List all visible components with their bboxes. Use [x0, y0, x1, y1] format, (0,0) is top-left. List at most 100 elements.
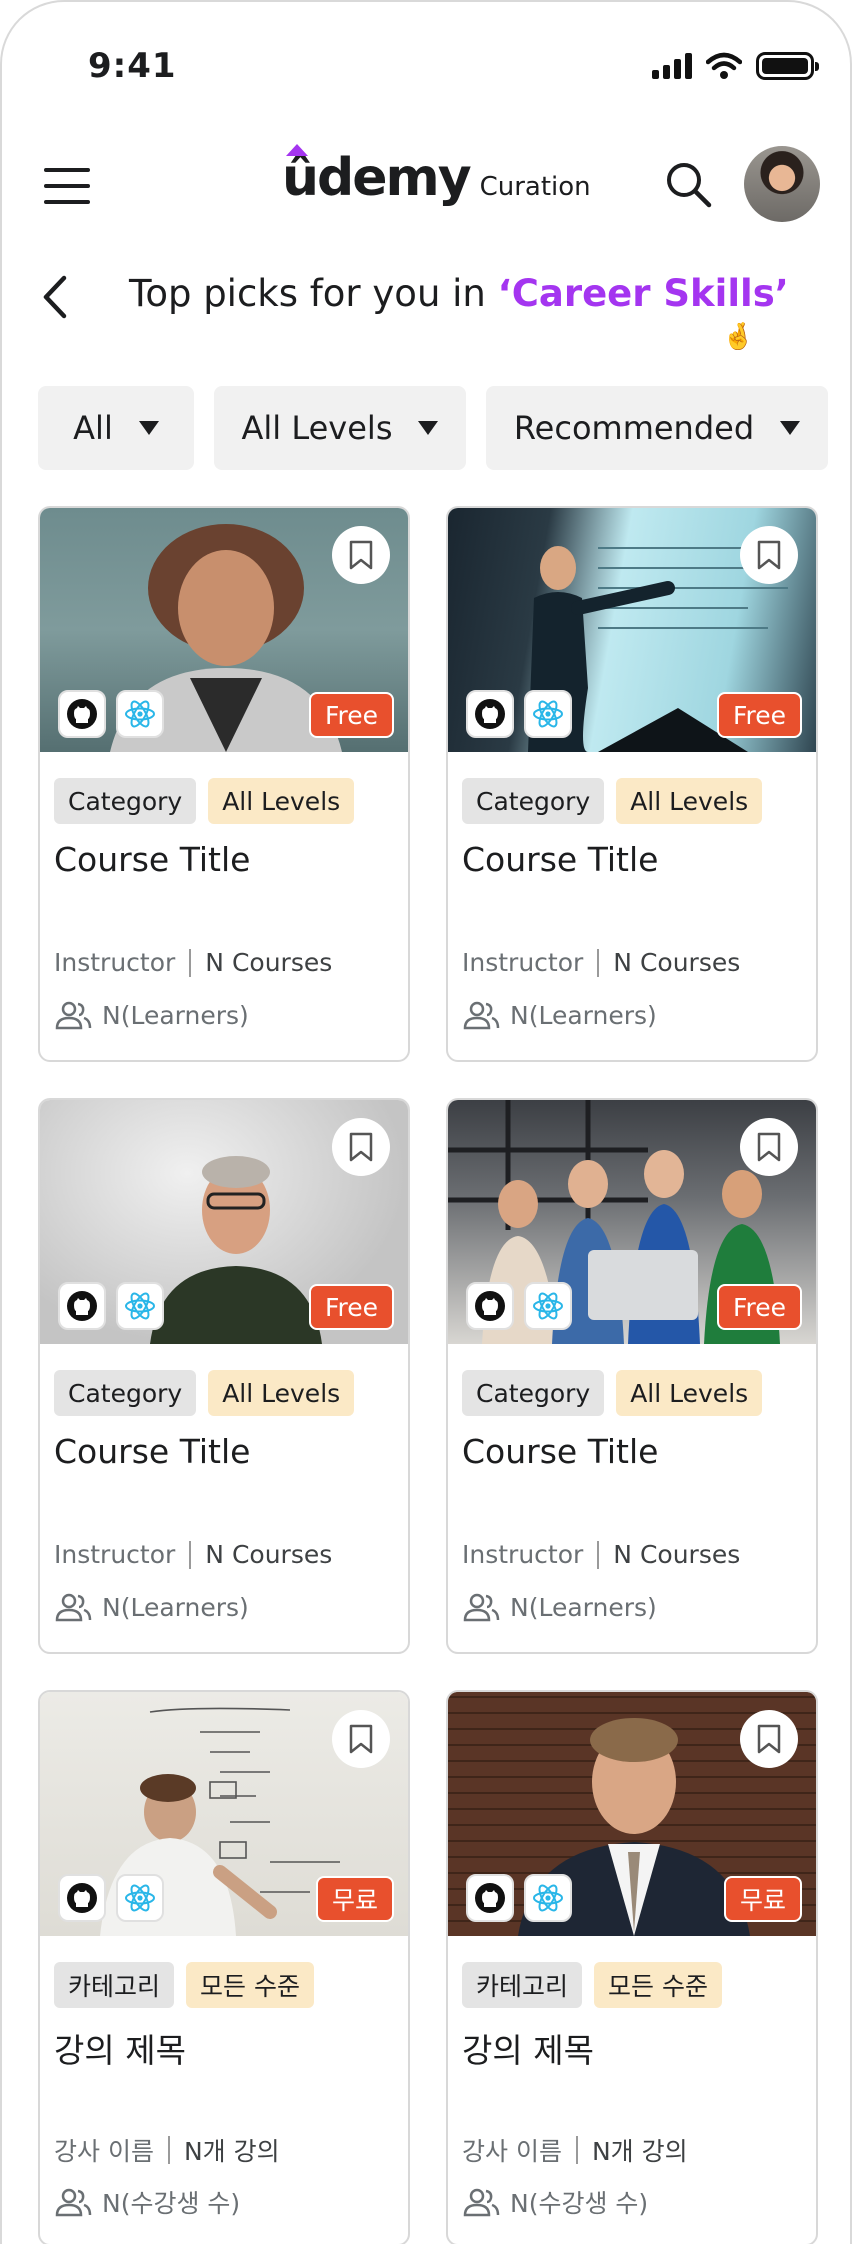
- page-title-highlight: ‘Career Skills’: [497, 272, 789, 315]
- search-icon[interactable]: [664, 160, 714, 210]
- course-title: Course Title: [462, 1432, 659, 1471]
- course-thumbnail: Free: [40, 508, 408, 752]
- bookmark-button[interactable]: [740, 1118, 798, 1176]
- course-card[interactable]: Free Category All Levels Course Title In…: [38, 1098, 410, 1654]
- react-icon: [116, 1874, 164, 1922]
- instructor-name: Instructor: [54, 1540, 176, 1569]
- tech-stack-icons: [58, 690, 164, 738]
- react-icon: [524, 1282, 572, 1330]
- caret-down-icon: [780, 421, 801, 435]
- level-tag: All Levels: [616, 778, 763, 824]
- course-meta: 강사 이름 N개 강의: [54, 2132, 280, 2168]
- meta-divider: [575, 2136, 578, 2164]
- bookmark-button[interactable]: [332, 1710, 390, 1768]
- course-title: Course Title: [462, 840, 659, 879]
- course-card[interactable]: Free Category All Levels Course Title In…: [446, 506, 818, 1062]
- tech-stack-icons: [466, 690, 572, 738]
- react-icon: [524, 690, 572, 738]
- bookmark-button[interactable]: [740, 526, 798, 584]
- course-count: N Courses: [205, 948, 333, 977]
- category-tag: Category: [54, 1370, 197, 1416]
- learner-count: N(Learners): [54, 1000, 249, 1030]
- caret-down-icon: [138, 421, 159, 435]
- filter-label: All Levels: [241, 409, 393, 447]
- course-meta: Instructor N Courses: [462, 948, 740, 977]
- logo-hat-icon: [286, 144, 308, 156]
- course-tags: Category All Levels: [54, 778, 355, 824]
- course-card[interactable]: 무료 카테고리 모든 수준 강의 제목 강사 이름 N개 강의 N(수강생 수): [38, 1690, 410, 2244]
- price-badge: Free: [308, 692, 394, 738]
- instructor-name: 강사 이름: [54, 2137, 154, 2166]
- react-icon: [524, 1874, 572, 1922]
- price-badge: Free: [716, 692, 802, 738]
- logo-subtitle: Curation: [479, 172, 591, 202]
- level-tag: All Levels: [208, 778, 355, 824]
- meta-divider: [597, 948, 600, 977]
- learner-count: N(수강생 수): [54, 2184, 240, 2220]
- bookmark-button[interactable]: [332, 526, 390, 584]
- course-card[interactable]: Free Category All Levels Course Title In…: [446, 1098, 818, 1654]
- meta-divider: [597, 1540, 600, 1569]
- github-icon: [466, 1282, 514, 1330]
- category-tag: 카테고리: [54, 1962, 175, 2008]
- course-tags: Category All Levels: [462, 1370, 763, 1416]
- level-tag: 모든 수준: [186, 1962, 314, 2008]
- bookmark-button[interactable]: [740, 1710, 798, 1768]
- filter-sort-dropdown[interactable]: Recommended: [486, 386, 828, 470]
- course-count: N Courses: [205, 1540, 333, 1569]
- hamburger-menu-icon[interactable]: [44, 168, 90, 204]
- course-card[interactable]: Free Category All Levels Course Title In…: [38, 506, 410, 1062]
- learner-count: N(Learners): [462, 1592, 657, 1622]
- status-icons: [652, 52, 819, 80]
- bookmark-button[interactable]: [332, 1118, 390, 1176]
- learners-label: N(수강생 수): [102, 2189, 241, 2218]
- status-bar: 9:41: [2, 2, 850, 122]
- battery-icon: [756, 52, 819, 80]
- meta-divider: [189, 948, 192, 977]
- course-card[interactable]: 무료 카테고리 모든 수준 강의 제목 강사 이름 N개 강의 N(수강생 수): [446, 1690, 818, 2244]
- user-avatar[interactable]: [744, 146, 820, 222]
- github-icon: [58, 1874, 106, 1922]
- course-meta: Instructor N Courses: [462, 1540, 740, 1569]
- tech-stack-icons: [466, 1282, 572, 1330]
- meta-divider: [167, 2136, 170, 2164]
- github-icon: [466, 690, 514, 738]
- github-icon: [58, 1282, 106, 1330]
- learners-label: N(Learners): [510, 1592, 657, 1622]
- back-arrow-icon[interactable]: [40, 274, 72, 320]
- users-icon: [55, 1001, 92, 1030]
- caret-down-icon: [418, 421, 439, 435]
- course-count: N Courses: [613, 1540, 741, 1569]
- price-badge: 무료: [723, 1876, 802, 1922]
- course-count: N개 강의: [591, 2137, 688, 2166]
- bookmark-icon: [349, 1132, 373, 1162]
- course-title: 강의 제목: [54, 2031, 186, 2070]
- meta-divider: [189, 1540, 192, 1569]
- udemy-logo[interactable]: ûdemy Curation: [282, 144, 591, 208]
- users-icon: [55, 2188, 92, 2217]
- users-icon: [463, 1593, 500, 1622]
- filter-level-dropdown[interactable]: All Levels: [214, 386, 466, 470]
- course-thumbnail: Free: [448, 508, 816, 752]
- instructor-name: 강사 이름: [462, 2137, 562, 2166]
- users-icon: [463, 2188, 500, 2217]
- filter-category-dropdown[interactable]: All: [38, 386, 194, 470]
- wifi-icon: [706, 52, 742, 79]
- course-count: N개 강의: [183, 2137, 280, 2166]
- status-time: 9:41: [88, 46, 177, 86]
- page-title-row: Top picks for you in ‘Career Skills’ 🤞: [2, 262, 850, 352]
- github-icon: [466, 1874, 514, 1922]
- course-tags: 카테고리 모든 수준: [54, 1962, 314, 2008]
- bookmark-icon: [757, 1132, 781, 1162]
- learners-label: N(Learners): [102, 1592, 249, 1622]
- category-tag: Category: [462, 1370, 605, 1416]
- cellular-signal-icon: [652, 53, 692, 79]
- course-thumbnail: 무료: [40, 1692, 408, 1936]
- bookmark-icon: [349, 540, 373, 570]
- course-thumbnail: Free: [40, 1100, 408, 1344]
- tech-stack-icons: [58, 1874, 164, 1922]
- filter-bar: All All Levels Recommended: [38, 386, 828, 470]
- course-meta: Instructor N Courses: [54, 948, 332, 977]
- tech-stack-icons: [466, 1874, 572, 1922]
- learners-label: N(수강생 수): [510, 2189, 649, 2218]
